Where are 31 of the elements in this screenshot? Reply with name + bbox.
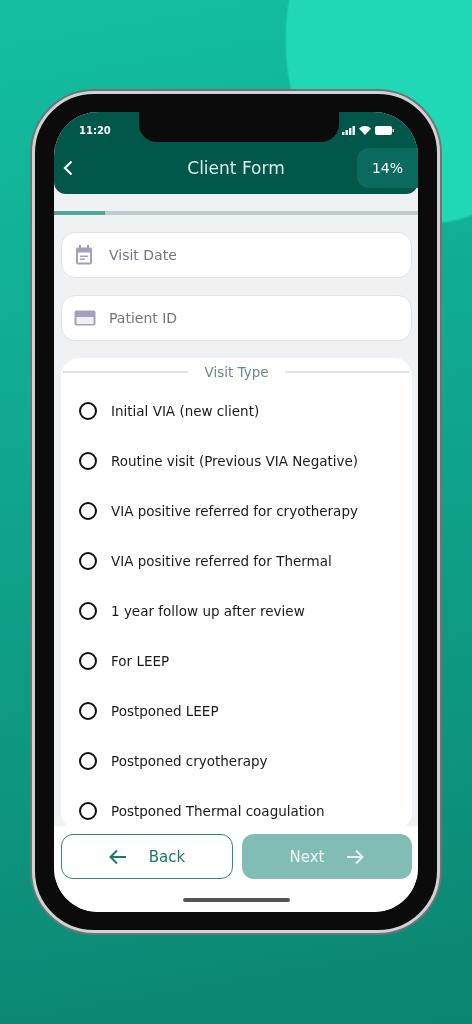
- signal-icon: [342, 125, 355, 135]
- arrow-right-icon: [346, 848, 365, 865]
- radio-option[interactable]: VIA positive referred for Thermal: [61, 536, 412, 586]
- radio-circle[interactable]: [79, 452, 97, 470]
- section-heading: Visit Type: [204, 364, 269, 380]
- radio-option[interactable]: VIA positive referred for cryotherapy: [61, 486, 412, 536]
- radio-circle[interactable]: [79, 552, 97, 570]
- back-chevron-icon[interactable]: [63, 160, 73, 176]
- radio-circle[interactable]: [79, 652, 97, 670]
- radio-option[interactable]: Routine visit (Previous VIA Negative): [61, 436, 412, 486]
- calendar-icon: [74, 244, 94, 266]
- back-button[interactable]: Back: [61, 834, 233, 879]
- progress-percent: 14%: [357, 148, 418, 188]
- radio-option[interactable]: 1 year follow up after review: [61, 586, 412, 636]
- arrow-left-icon: [108, 848, 127, 865]
- radio-option[interactable]: Initial VIA (new client): [61, 386, 412, 436]
- radio-circle[interactable]: [79, 702, 97, 720]
- input-field[interactable]: Patient ID: [61, 295, 412, 341]
- status-time: 11:20: [79, 124, 111, 136]
- radio-circle[interactable]: [79, 802, 97, 820]
- wifi-icon: [359, 125, 371, 135]
- radio-circle[interactable]: [79, 402, 97, 420]
- battery-icon: [375, 125, 394, 135]
- radio-option[interactable]: For LEEP: [61, 636, 412, 686]
- input-field[interactable]: Visit Date: [61, 232, 412, 278]
- radio-option[interactable]: Postponed LEEP: [61, 686, 412, 736]
- screen-title: Client Form: [187, 158, 285, 178]
- radio-circle[interactable]: [79, 602, 97, 620]
- radio-circle[interactable]: [79, 752, 97, 770]
- radio-option[interactable]: Postponed cryotherapy: [61, 736, 412, 786]
- radio-circle[interactable]: [79, 502, 97, 520]
